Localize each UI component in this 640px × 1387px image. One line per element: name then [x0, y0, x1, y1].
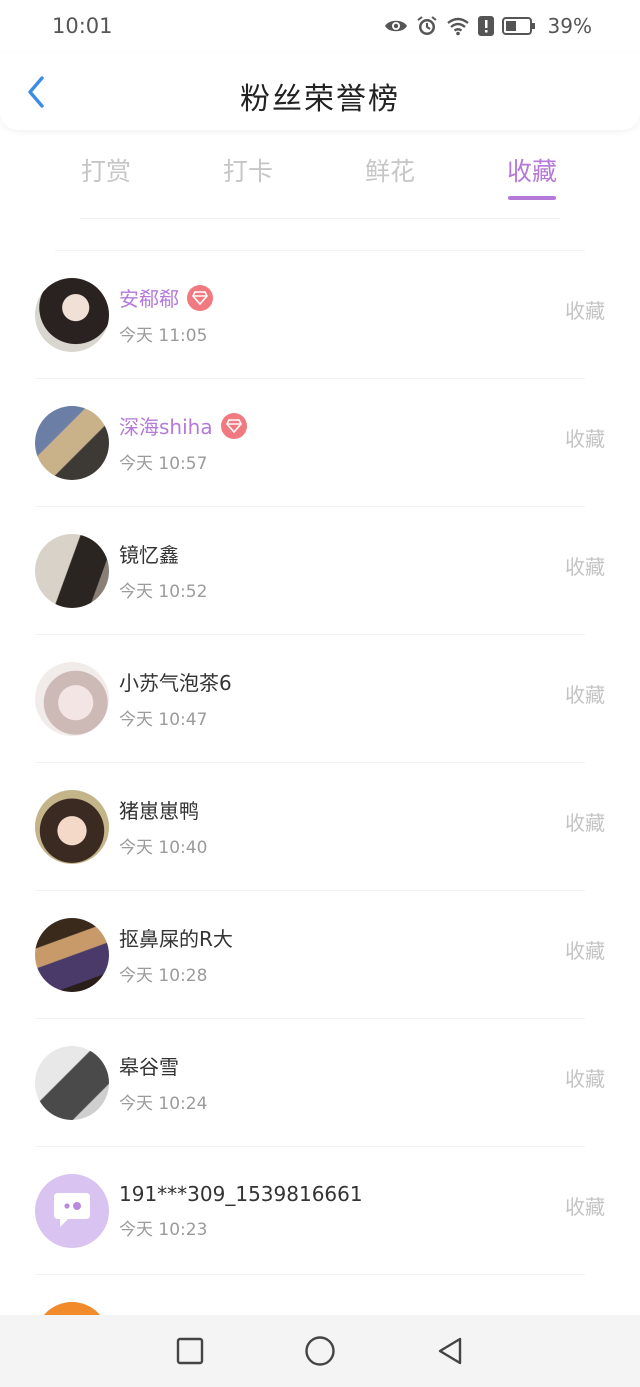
default-avatar-chat-icon: [54, 1192, 90, 1227]
divider: [80, 218, 560, 219]
tab-flowers[interactable]: 鲜花: [319, 140, 461, 200]
fan-name: 抠鼻屎的R大: [119, 927, 233, 951]
home-icon: [305, 1336, 335, 1366]
list-item[interactable]: 镜忆鑫 今天 10:52 收藏: [35, 507, 605, 635]
list-item[interactable]: 安郗郗 今天 11:05 收藏: [35, 251, 605, 379]
action-label: 收藏: [565, 683, 605, 707]
fan-time: 今天 10:23: [119, 1219, 208, 1240]
tab-label: 打卡: [222, 157, 273, 186]
fan-name: 深海shiha: [119, 415, 213, 439]
status-icons: 39%: [384, 14, 592, 38]
fan-time: 今天 10:52: [119, 582, 208, 602]
action-label: 收藏: [565, 555, 605, 579]
eye-icon: [384, 17, 408, 35]
tab-bar: 打赏 打卡 鲜花 收藏: [0, 140, 640, 200]
action-label: 收藏: [565, 1195, 605, 1219]
fan-name: 191***309_1539816661: [119, 1181, 363, 1206]
wifi-icon: [446, 16, 470, 36]
list-item[interactable]: 猪崽崽鸭 今天 10:40 收藏: [35, 763, 605, 891]
page-title: 粉丝荣誉榜: [240, 82, 400, 117]
back-icon: [438, 1337, 462, 1365]
list-item[interactable]: 深海shiha 今天 10:57 收藏: [35, 379, 605, 507]
alarm-icon: [416, 15, 438, 37]
tab-reward[interactable]: 打赏: [35, 140, 177, 200]
avatar[interactable]: [35, 533, 109, 608]
fan-time: 今天 10:28: [119, 966, 208, 986]
fan-time: 今天 10:47: [119, 710, 208, 730]
fan-time: 今天 11:05: [119, 326, 208, 346]
list-item[interactable]: 皋谷雪 今天 10:24 收藏: [35, 1019, 605, 1147]
action-label: 收藏: [565, 299, 605, 323]
fan-name: 小苏气泡茶6: [119, 671, 232, 695]
list-item[interactable]: 抠鼻屎的R大 今天 10:28 收藏: [35, 891, 605, 1019]
tab-checkin[interactable]: 打卡: [177, 140, 319, 200]
avatar[interactable]: [35, 405, 109, 480]
fan-list: 安郗郗 今天 11:05 收藏 深海shiha 今天 10:57 收藏 镜忆鑫: [0, 251, 640, 1387]
status-time: 10:01: [52, 14, 113, 38]
active-tab-indicator: [508, 196, 556, 200]
fan-name: 安郗郗: [119, 287, 179, 311]
nav-back-button[interactable]: [433, 1334, 467, 1368]
home-button[interactable]: [303, 1334, 337, 1368]
action-label: 收藏: [565, 427, 605, 451]
action-label: 收藏: [565, 811, 605, 835]
screen: 10:01 39% 粉丝荣誉榜 打赏 打卡 鲜花 收藏 安郗郗 今天 11:05…: [0, 0, 640, 1387]
list-item[interactable]: 191***309_1539816661 今天 10:23 收藏: [35, 1147, 605, 1275]
fan-name: 猪崽崽鸭: [119, 799, 199, 823]
header: 粉丝荣誉榜: [0, 52, 640, 130]
tab-label: 收藏: [506, 157, 557, 186]
system-nav-bar: [0, 1315, 640, 1387]
status-bar: 10:01 39%: [0, 0, 640, 52]
avatar[interactable]: [35, 661, 109, 736]
avatar[interactable]: [35, 1045, 109, 1120]
action-label: 收藏: [565, 1067, 605, 1091]
diamond-icon: [220, 412, 247, 439]
battery-percent: 39%: [547, 14, 592, 38]
fan-time: 今天 10:40: [119, 838, 208, 858]
alert-icon: [477, 15, 494, 37]
diamond-icon: [187, 284, 213, 311]
battery-icon: [501, 16, 536, 36]
tab-label: 打赏: [80, 157, 131, 186]
avatar[interactable]: [35, 917, 109, 992]
avatar[interactable]: [35, 1173, 109, 1248]
action-label: 收藏: [565, 939, 605, 963]
tab-label: 鲜花: [364, 157, 415, 186]
recent-apps-button[interactable]: [173, 1334, 207, 1368]
avatar[interactable]: [35, 277, 109, 352]
recent-apps-icon: [176, 1337, 204, 1365]
fan-name: 皋谷雪: [119, 1055, 179, 1079]
fan-time: 今天 10:57: [119, 454, 208, 474]
fan-name: 镜忆鑫: [119, 543, 179, 567]
list-item[interactable]: 小苏气泡茶6 今天 10:47 收藏: [35, 635, 605, 763]
tab-favorites[interactable]: 收藏: [461, 140, 603, 200]
avatar[interactable]: [35, 789, 109, 864]
fan-time: 今天 10:24: [119, 1094, 208, 1114]
